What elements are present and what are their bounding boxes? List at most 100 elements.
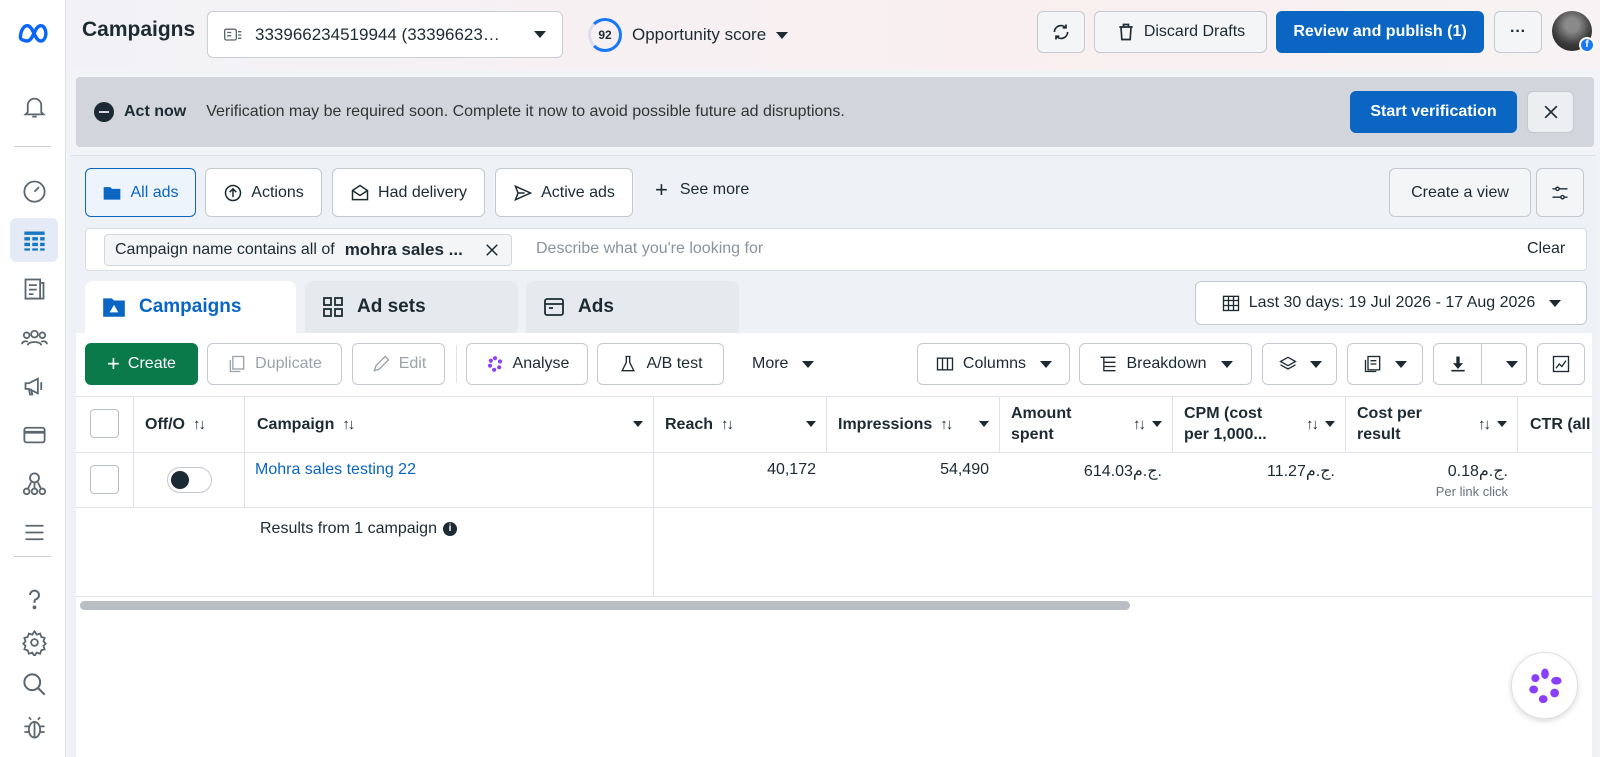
sort-icon: ↑↓: [721, 415, 734, 433]
filter-search-input[interactable]: Describe what you're looking for: [536, 240, 763, 258]
audiences-icon[interactable]: [10, 315, 58, 359]
ad-account-selector[interactable]: 333966234519944 (33396623…: [207, 11, 563, 58]
create-label: Create: [127, 355, 176, 372]
duplicate-button[interactable]: Duplicate: [207, 343, 342, 385]
campaign-toggle[interactable]: [167, 467, 212, 493]
more-options-button[interactable]: ···: [1494, 11, 1542, 53]
chevron-down-icon: [776, 31, 789, 39]
billing-card-icon[interactable]: [10, 412, 58, 456]
settings-gear-icon[interactable]: [10, 620, 58, 664]
filter-chip[interactable]: Campaign name contains all of mohra sale…: [104, 234, 512, 266]
reports-dropdown[interactable]: [1347, 343, 1423, 385]
tab-campaigns[interactable]: Campaigns: [85, 281, 296, 333]
view-actions[interactable]: Actions: [205, 168, 322, 217]
ellipsis-icon: ···: [1510, 23, 1526, 40]
chevron-down-icon: [1497, 421, 1507, 427]
ai-sparkle-icon: [1528, 668, 1562, 703]
sliders-icon: [1552, 186, 1568, 199]
info-icon[interactable]: i: [442, 522, 457, 536]
result-type-label: Per link click: [1435, 484, 1508, 499]
header-impressions-label: Impressions: [838, 415, 933, 433]
analyse-button[interactable]: Analyse: [466, 343, 588, 385]
page-title: Campaigns: [82, 18, 196, 41]
clear-filter-button[interactable]: Clear: [1527, 240, 1565, 258]
chevron-down-icon: [1549, 299, 1562, 307]
discard-drafts-button[interactable]: Discard Drafts: [1094, 11, 1267, 53]
discard-drafts-label: Discard Drafts: [1143, 23, 1246, 40]
chevron-down-icon: [1152, 421, 1162, 427]
help-icon[interactable]: [10, 577, 58, 621]
opportunity-score-dropdown[interactable]: 92 Opportunity score: [588, 18, 789, 52]
menu-icon[interactable]: [10, 510, 58, 554]
chevron-down-icon: [802, 360, 815, 368]
pencil-icon: [372, 355, 390, 372]
campaign-name-link[interactable]: Mohra sales testing 22: [255, 461, 416, 479]
select-all-checkbox[interactable]: [90, 409, 119, 438]
create-button[interactable]: + Create: [85, 343, 198, 385]
header-amount-label-2: spent: [1011, 426, 1054, 443]
breakdown-dropdown[interactable]: Breakdown: [1079, 343, 1252, 385]
header-reach[interactable]: Reach ↑↓: [665, 396, 816, 452]
header-amount-spent[interactable]: Amount spent ↑↓: [1011, 396, 1162, 452]
ab-test-button[interactable]: A/B test: [597, 343, 724, 385]
meta-logo-icon[interactable]: [10, 10, 58, 54]
header-impressions[interactable]: Impressions ↑↓: [838, 396, 989, 452]
horizontal-scrollbar[interactable]: [80, 601, 1130, 610]
header-cpm-label-2: per 1,000...: [1184, 426, 1267, 443]
view-active-ads[interactable]: Active ads: [495, 168, 633, 217]
see-more-views-button[interactable]: + See more: [655, 179, 749, 201]
export-dropdown[interactable]: [1433, 343, 1527, 385]
business-network-icon[interactable]: [10, 461, 58, 505]
close-icon[interactable]: [483, 240, 501, 260]
column-divider: [1345, 396, 1346, 452]
pages-icon[interactable]: [10, 266, 58, 310]
banner-title: Act now: [124, 103, 187, 120]
start-verification-button[interactable]: Start verification: [1350, 91, 1517, 133]
search-icon[interactable]: [10, 662, 58, 706]
opportunity-score-label: Opportunity score: [632, 25, 767, 44]
view-settings-button[interactable]: [1536, 168, 1584, 217]
left-sidebar: [0, 0, 66, 757]
header-ctr[interactable]: CTR (all: [1530, 396, 1592, 452]
megaphone-icon[interactable]: [10, 363, 58, 407]
header-off-on[interactable]: Off/O ↑↓: [145, 396, 206, 452]
table-divider: [76, 507, 1592, 508]
tab-ads-label: Ads: [578, 296, 614, 317]
review-and-publish-button[interactable]: Review and publish (1): [1276, 11, 1484, 53]
dashboard-gauge-icon[interactable]: [10, 168, 58, 212]
ai-assistant-button[interactable]: [1511, 652, 1578, 719]
header-off-label: Off/O: [145, 415, 185, 433]
refresh-button[interactable]: [1037, 11, 1085, 53]
view-actions-label: Actions: [251, 183, 304, 201]
chevron-down-icon: [806, 421, 816, 427]
close-banner-button[interactable]: [1527, 91, 1574, 133]
sort-icon: ↑↓: [1306, 415, 1319, 433]
sidebar-divider: [14, 556, 51, 557]
create-view-button[interactable]: Create a view: [1389, 168, 1531, 217]
bug-report-icon[interactable]: [10, 705, 58, 749]
columns-dropdown[interactable]: Columns: [917, 343, 1070, 385]
campaigns-table-icon[interactable]: [10, 218, 58, 262]
layers-dropdown[interactable]: [1262, 343, 1337, 385]
view-had-delivery-label: Had delivery: [378, 183, 467, 201]
tab-ads[interactable]: Ads: [526, 281, 739, 333]
view-all-ads[interactable]: All ads: [85, 168, 196, 217]
header-campaign[interactable]: Campaign ↑↓: [257, 396, 643, 452]
view-had-delivery[interactable]: Had delivery: [332, 168, 485, 217]
plus-icon: +: [107, 351, 120, 376]
bell-icon[interactable]: [10, 84, 58, 128]
date-range-picker[interactable]: Last 30 days: 19 Jul 2026 - 17 Aug 2026: [1195, 281, 1587, 325]
close-icon: [1544, 105, 1557, 119]
edit-button[interactable]: Edit: [352, 343, 445, 385]
header-cost-per-result[interactable]: Cost per result ↑↓: [1357, 396, 1507, 452]
avatar[interactable]: f: [1552, 11, 1595, 53]
cost-per-result-value: 0.18ج.م.: [1447, 463, 1508, 480]
opportunity-score-gauge: 92: [588, 18, 622, 52]
sort-icon: ↑↓: [940, 415, 953, 433]
header-cpm[interactable]: CPM (cost per 1,000... ↑↓: [1184, 396, 1335, 452]
more-actions-dropdown[interactable]: More: [752, 355, 815, 373]
analyse-label: Analyse: [512, 355, 570, 372]
tab-ad-sets[interactable]: Ad sets: [305, 281, 518, 333]
charts-button[interactable]: [1537, 343, 1585, 385]
row-checkbox[interactable]: [90, 465, 119, 494]
